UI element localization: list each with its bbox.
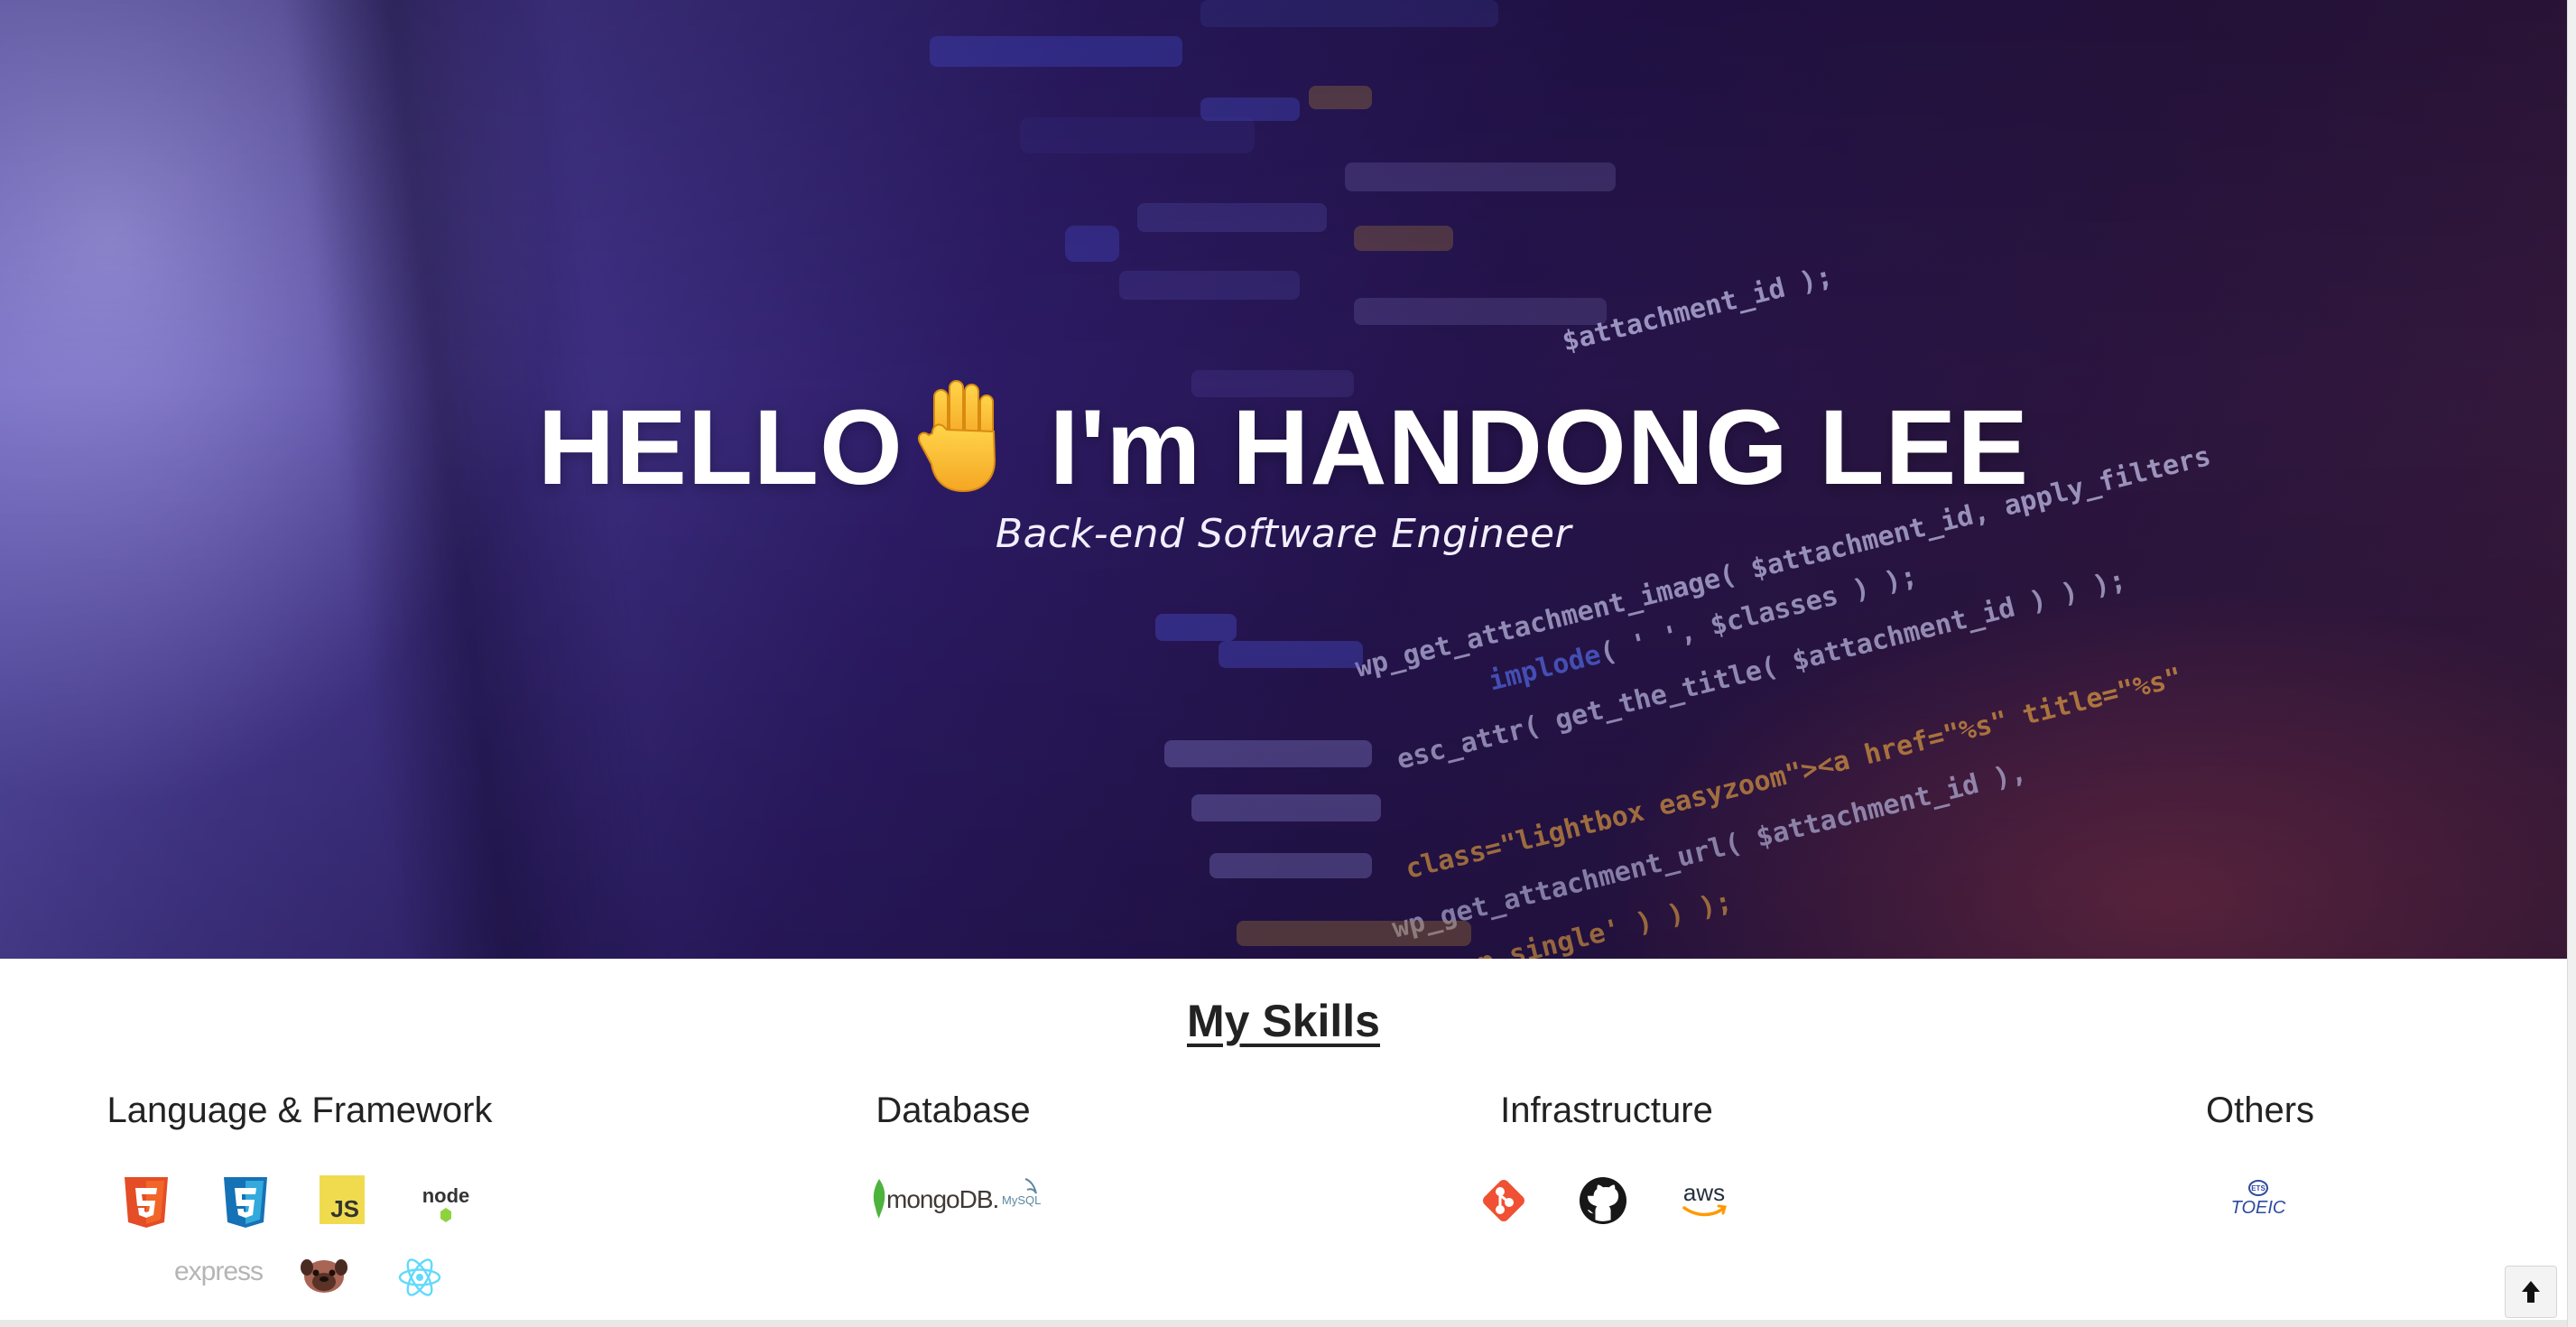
mysql-logo-text: MySQL bbox=[1002, 1193, 1041, 1207]
express-icon: express bbox=[169, 1255, 268, 1291]
toeic-icon: ETS TOEIC bbox=[2231, 1177, 2286, 1228]
javascript-icon: JS bbox=[320, 1175, 365, 1224]
skills-section: My Skills Language & Framework Database … bbox=[0, 959, 2567, 1327]
skill-column-others: Others bbox=[1971, 1092, 2549, 1128]
pug-icon bbox=[298, 1255, 350, 1295]
github-icon bbox=[1578, 1175, 1628, 1226]
hero-title: HELLO I'm HANDONG LEE bbox=[0, 377, 2567, 509]
skill-column-database: Database bbox=[664, 1092, 1242, 1128]
skill-heading: Language & Framework bbox=[107, 1090, 493, 1130]
mongodb-logo-text: mongoDB. bbox=[886, 1185, 998, 1213]
scroll-to-top-button[interactable] bbox=[2505, 1266, 2557, 1318]
express-logo-text: express bbox=[174, 1257, 263, 1286]
portfolio-page: $attachment_id ); wp_get_attachment_imag… bbox=[0, 0, 2576, 1327]
hero-subtitle: Back-end Software Engineer bbox=[995, 511, 1572, 557]
aws-icon: aws bbox=[1677, 1175, 1731, 1224]
hero-section: $attachment_id ); wp_get_attachment_imag… bbox=[0, 0, 2567, 959]
mongodb-icon: mongoDB. bbox=[872, 1175, 999, 1222]
javascript-logo-text: JS bbox=[330, 1195, 359, 1222]
arrow-up-icon bbox=[2522, 1281, 2540, 1303]
nodejs-logo-text: node bbox=[422, 1184, 470, 1207]
toeic-logo-text: TOEIC bbox=[2231, 1198, 2286, 1218]
skill-heading: Infrastructure bbox=[1500, 1090, 1713, 1130]
aws-logo-text: aws bbox=[1683, 1179, 1725, 1206]
nodejs-icon: node bbox=[419, 1175, 473, 1230]
raised-hand-icon bbox=[907, 377, 1015, 495]
skill-column-language-framework: Language & Framework bbox=[11, 1092, 588, 1128]
mysql-icon: MySQL bbox=[1000, 1175, 1043, 1211]
ets-logo-text: ETS bbox=[2251, 1184, 2266, 1192]
git-icon bbox=[1478, 1175, 1529, 1226]
react-icon bbox=[397, 1255, 442, 1300]
hero-title-after: I'm HANDONG LEE bbox=[1018, 388, 2030, 507]
skill-heading: Others bbox=[2205, 1090, 2315, 1130]
skills-title: My Skills bbox=[1187, 996, 1380, 1046]
css3-icon bbox=[220, 1175, 271, 1230]
skill-column-infrastructure: Infrastructure bbox=[1318, 1092, 1895, 1128]
hero-title-before: HELLO bbox=[537, 388, 903, 507]
html5-icon bbox=[121, 1175, 171, 1230]
skill-heading: Database bbox=[876, 1090, 1031, 1130]
window-scrollbar[interactable] bbox=[2567, 0, 2576, 1327]
hero-text: HELLO I'm HANDONG LEE Back-end Software … bbox=[0, 0, 2567, 959]
page-bottom-strip bbox=[0, 1320, 2567, 1327]
